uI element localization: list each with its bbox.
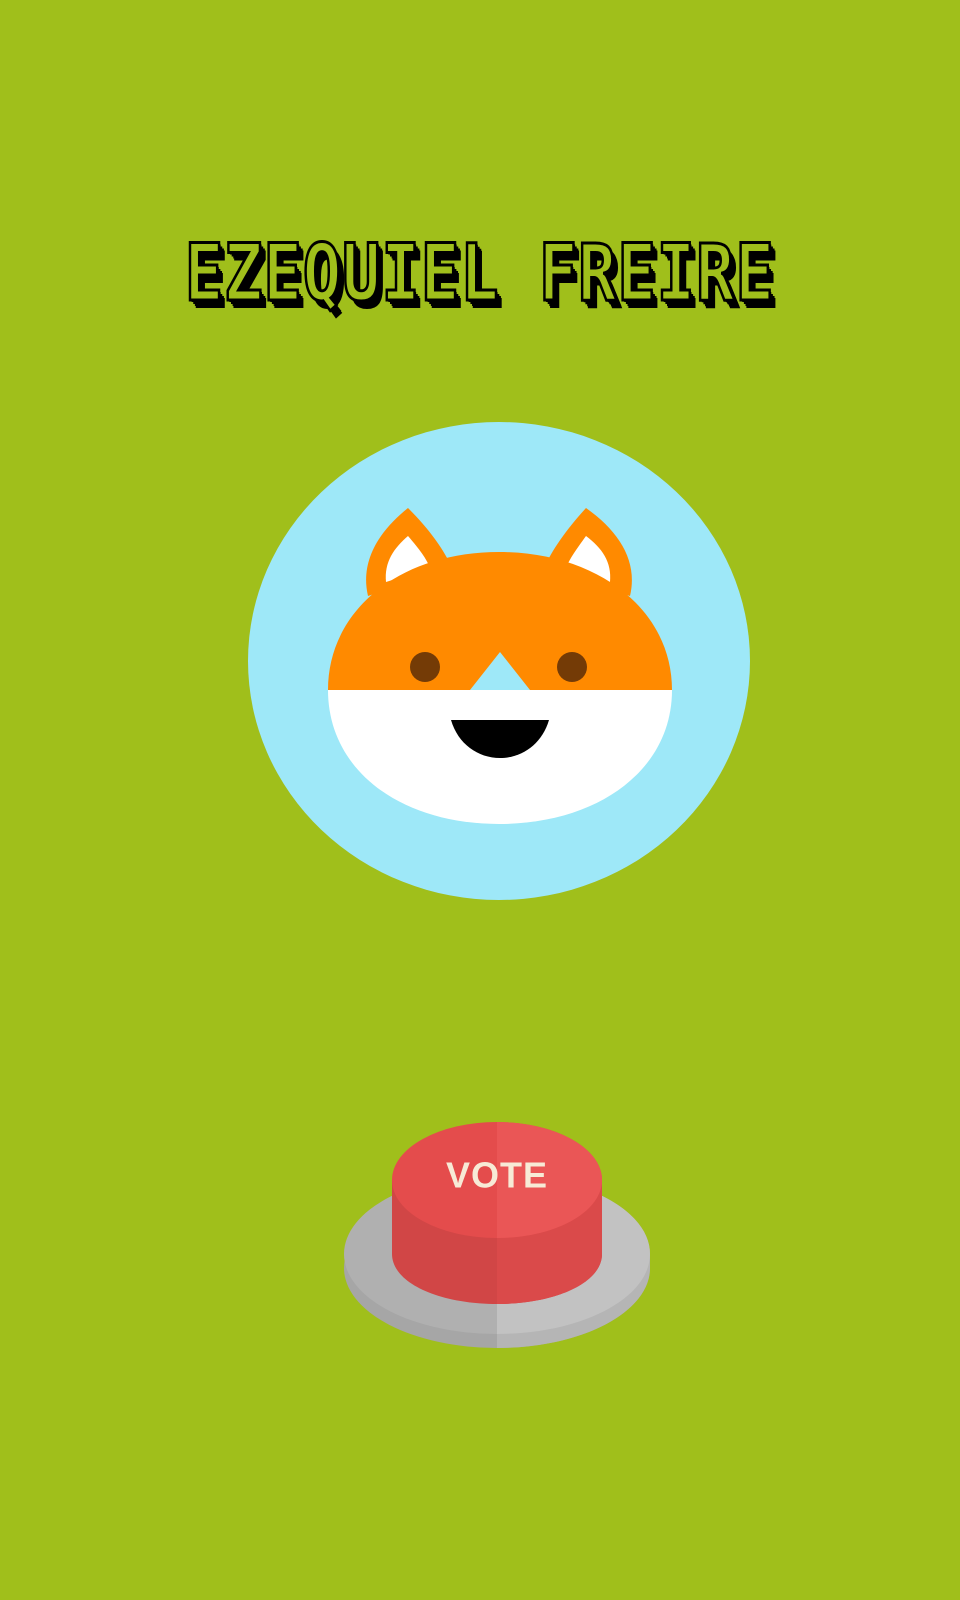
vote-button[interactable]: VOTE <box>340 1118 654 1370</box>
avatar-circle <box>248 422 750 900</box>
fox-left-eye <box>410 652 440 682</box>
fox-face-icon <box>248 422 750 900</box>
header: EZEQUIEL FREIRE <box>0 229 960 332</box>
page-title: EZEQUIEL FREIRE <box>184 229 776 319</box>
fox-avatar <box>248 422 750 900</box>
vote-button-label: VOTE <box>446 1155 548 1196</box>
fox-right-eye <box>557 652 587 682</box>
vote-button-graphic: VOTE <box>344 1122 650 1348</box>
vote-screen: EZEQUIEL FREIRE VOTE <box>0 0 960 1600</box>
